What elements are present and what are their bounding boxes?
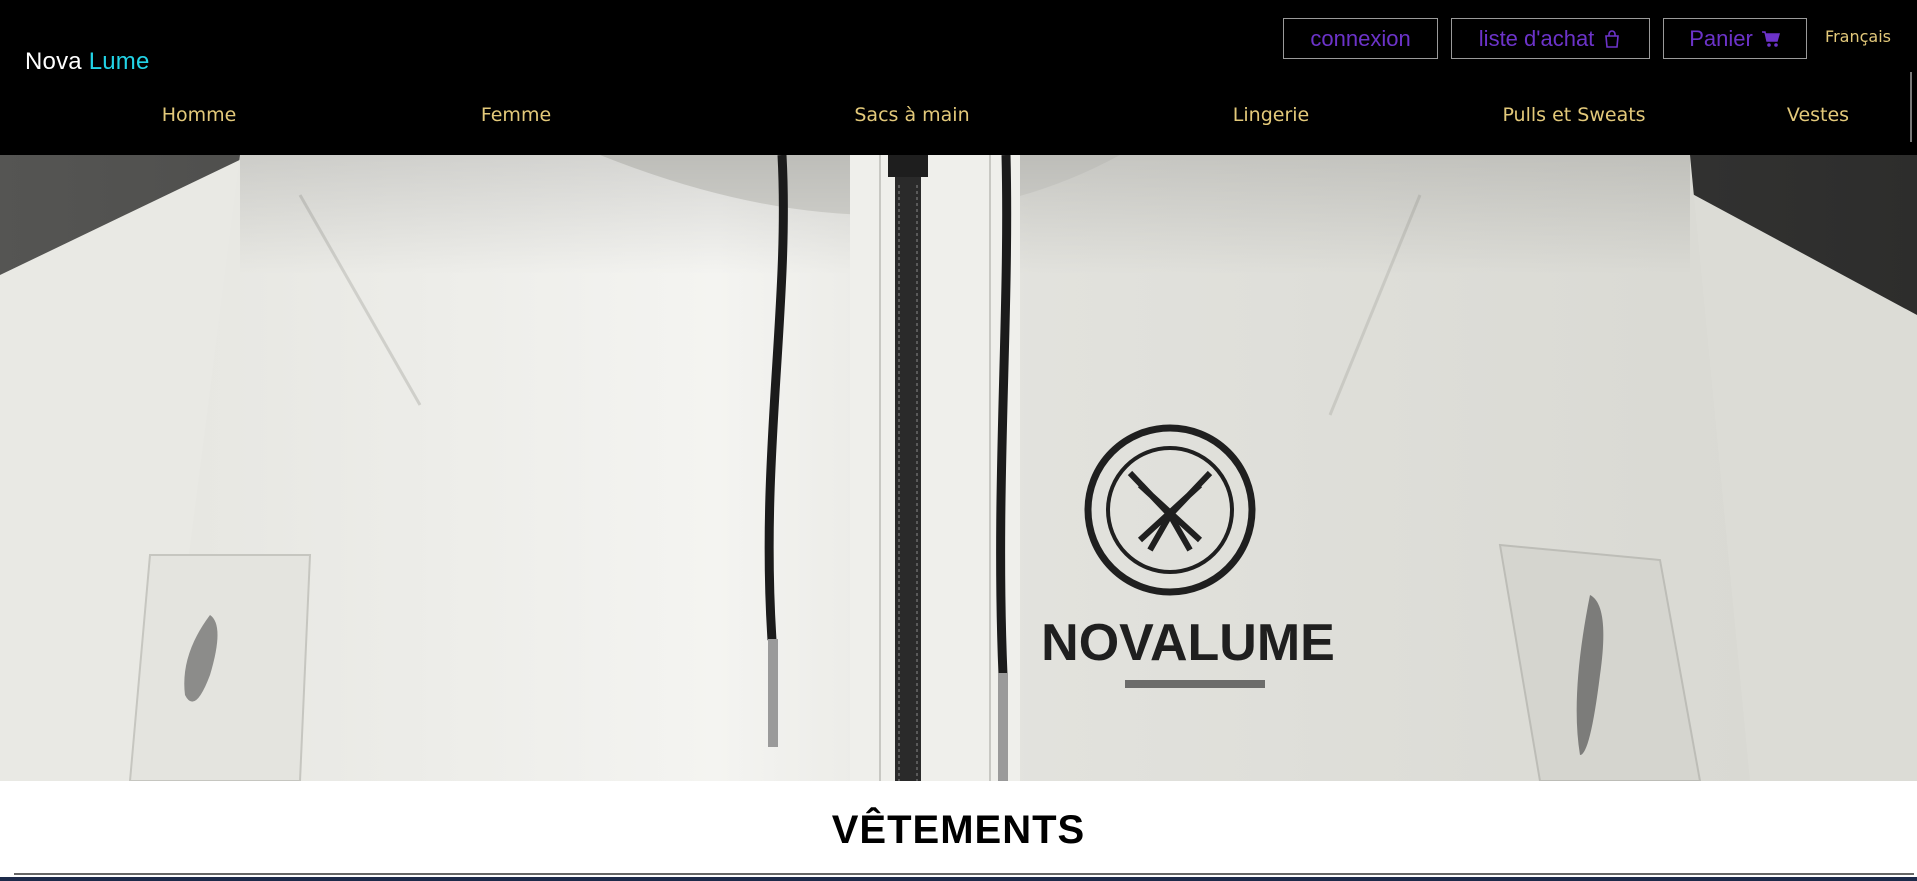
next-section-edge (0, 877, 1917, 881)
login-label: connexion (1310, 25, 1411, 51)
nav-item-sacs-a-main[interactable]: Sacs à main (854, 104, 969, 126)
nav-item-vestes[interactable]: Vestes (1787, 104, 1849, 126)
main-nav: Homme Femme Sacs à main Lingerie Pulls e… (0, 100, 1917, 134)
hero-banner: NOVALUME (0, 155, 1917, 781)
section-title: VÊTEMENTS (831, 808, 1086, 852)
hero-jacket-image: NOVALUME (0, 155, 1917, 781)
login-button[interactable]: connexion (1283, 18, 1439, 59)
nav-item-femme[interactable]: Femme (481, 104, 551, 126)
header-edge-line (1910, 72, 1912, 142)
brand-word-nova: Nova (25, 48, 82, 75)
hero-logo-text: NOVALUME (1041, 614, 1335, 672)
cart-button[interactable]: Panier (1663, 18, 1808, 59)
wishlist-label: liste d'achat (1478, 25, 1595, 51)
wishlist-button[interactable]: liste d'achat (1451, 18, 1651, 59)
cart-label: Panier (1689, 25, 1753, 51)
nav-item-homme[interactable]: Homme (162, 104, 237, 126)
nav-item-lingerie[interactable]: Lingerie (1233, 104, 1309, 126)
section-divider (14, 873, 1914, 875)
shopping-bag-icon (1602, 29, 1622, 49)
brand-word-lume: Lume (88, 48, 150, 75)
language-selector[interactable]: Français (1820, 18, 1891, 46)
brand-logo[interactable]: Nova Lume (25, 48, 150, 76)
cart-icon (1761, 29, 1781, 49)
site-header: Nova Lume connexion liste d'achat Panier (0, 0, 1917, 155)
nav-item-pulls-et-sweats[interactable]: Pulls et Sweats (1502, 104, 1645, 126)
header-actions: connexion liste d'achat Panier Français (1283, 18, 1891, 59)
